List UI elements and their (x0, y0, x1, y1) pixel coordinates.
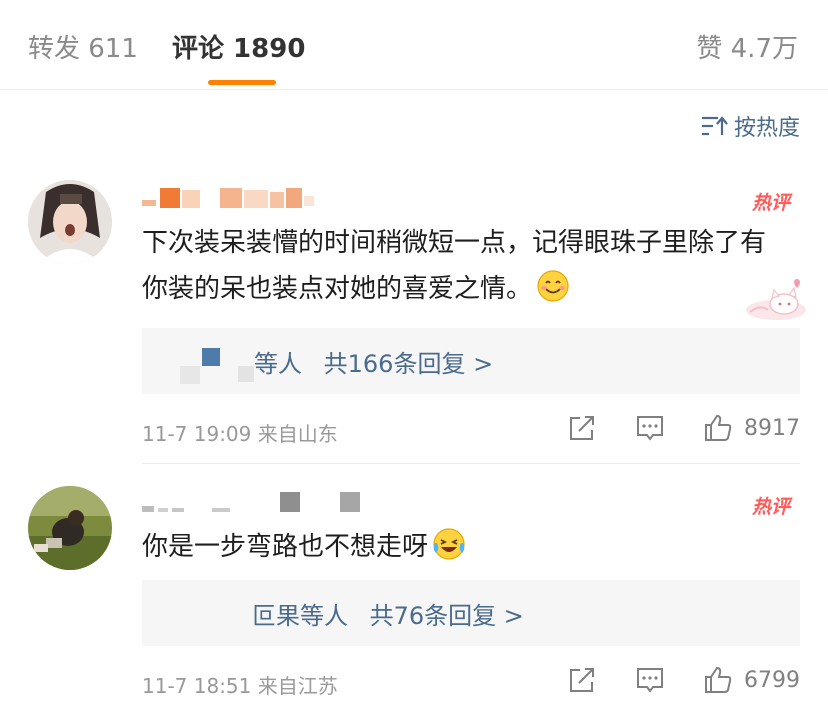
reply-names: 等人 (254, 350, 302, 378)
reply-preview[interactable]: 等人 共166条回复 > (142, 328, 800, 394)
comment-time: 11-7 18:51 (142, 674, 252, 698)
comment-item: 热评 下次装呆装懵的时间稍微短一点，记得眼珠子里除了有你装的呆也装点对她的喜爱之… (0, 170, 828, 460)
active-tab-indicator (208, 80, 276, 85)
tab-comments[interactable]: 评论 1890 (172, 28, 305, 65)
reply-names: 叵果等人 (252, 602, 348, 630)
hot-comment-badge: 热评 (751, 192, 790, 214)
replier-mosaic (238, 366, 254, 382)
hot-comment-badge: 热评 (751, 496, 790, 518)
like-icon[interactable] (702, 412, 734, 444)
smile-emoji-icon (537, 270, 569, 302)
share-icon[interactable] (566, 664, 598, 696)
username-mosaic (142, 188, 322, 210)
comment-icon[interactable] (634, 664, 666, 696)
comment-text: 下次装呆装懵的时间稍微短一点，记得眼珠子里除了有你装的呆也装点对她的喜爱之情。 (142, 228, 767, 304)
comment-tabs: 转发 611 评论 1890 赞 4.7万 (0, 0, 828, 90)
reply-count-link[interactable]: 共76条回复 > (370, 602, 524, 630)
tab-likes[interactable]: 赞 4.7万 (696, 28, 798, 65)
avatar[interactable] (28, 180, 112, 264)
like-icon[interactable] (702, 664, 734, 696)
comment-actions: 6799 (530, 664, 800, 696)
avatar[interactable] (28, 486, 112, 570)
username-mosaic (142, 490, 372, 514)
comment-actions: 8917 (530, 412, 800, 444)
reply-count-link[interactable]: 共166条回复 > (324, 350, 494, 378)
comment-meta: 11-7 18:51 来自江苏 (142, 670, 338, 699)
comment-icon[interactable] (634, 412, 666, 444)
sort-label: 按热度 (733, 116, 800, 141)
tab-repost[interactable]: 转发 611 (28, 28, 138, 65)
reply-preview[interactable]: 叵果等人 共76条回复 > (142, 580, 800, 646)
comment-source: 来自江苏 (257, 674, 338, 698)
replier-mosaic (180, 366, 200, 384)
avatar-image (28, 180, 112, 264)
replier-mosaic (202, 348, 220, 366)
comment-item: 热评 你是一步弯路也不想走呀 叵果等人 共76条回复 > 11-7 18:51 … (0, 480, 828, 719)
comment-text: 你是一步弯路也不想走呀 (142, 524, 788, 570)
sort-by-hot-button[interactable]: 按热度 (700, 110, 800, 142)
sort-icon (701, 116, 728, 136)
like-count: 6799 (744, 667, 800, 693)
avatar-image (28, 486, 112, 570)
comment-meta: 11-7 19:09 来自山东 (142, 418, 338, 447)
comment-time: 11-7 19:09 (142, 422, 252, 446)
share-icon[interactable] (566, 412, 598, 444)
laugh-cry-emoji-icon (433, 528, 465, 560)
comment-source: 来自山东 (257, 422, 338, 446)
divider (142, 463, 800, 464)
like-count: 8917 (744, 415, 800, 441)
